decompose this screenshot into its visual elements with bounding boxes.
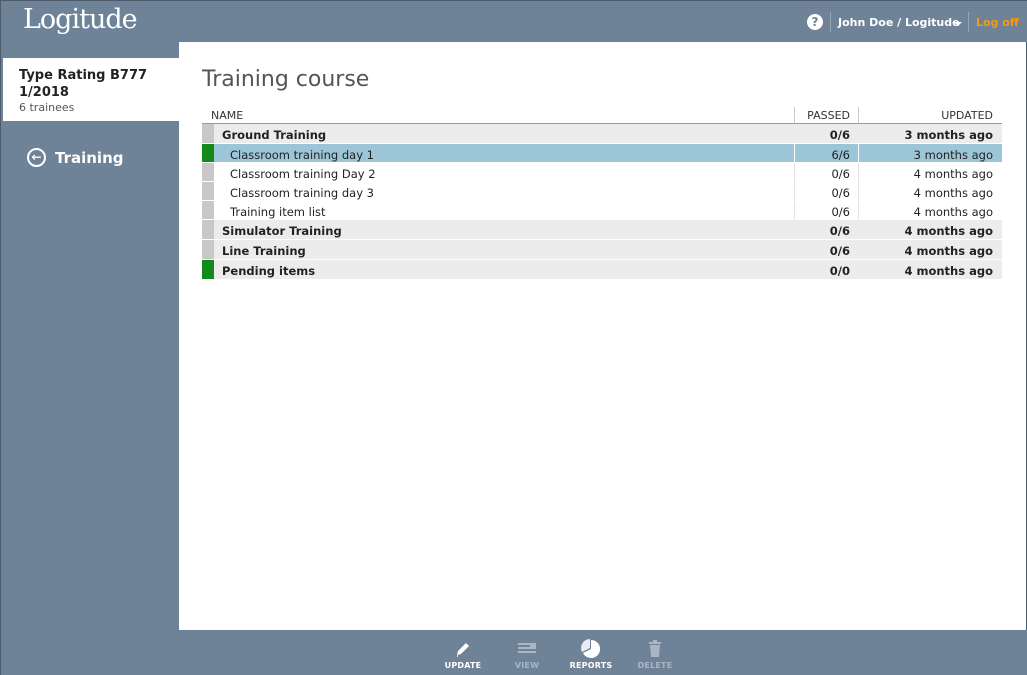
column-divider [794, 107, 795, 123]
row-name: Pending items [222, 264, 316, 278]
row-name: Classroom training day 3 [230, 186, 374, 200]
cell-divider [794, 201, 795, 219]
column-header-name[interactable]: NAME [211, 109, 243, 122]
row-passed: 0/6 [831, 186, 850, 200]
row-name: Ground Training [222, 128, 327, 142]
row-marker-complete [202, 144, 214, 162]
row-name: Classroom training day 1 [230, 148, 374, 162]
row-updated: 4 months ago [913, 205, 993, 219]
row-updated: 4 months ago [904, 244, 993, 258]
user-menu[interactable]: John Doe / Logitude [838, 16, 960, 29]
divider [830, 12, 831, 32]
course-subtitle: 6 trainees [19, 101, 75, 114]
cell-divider [794, 144, 795, 162]
row-passed: 0/6 [831, 167, 850, 181]
row-marker-complete [202, 260, 214, 279]
top-bar: Logitude ? John Doe / Logitude Log off [1, 1, 1027, 42]
row-updated: 4 months ago [904, 264, 993, 278]
row-updated: 4 months ago [913, 167, 993, 181]
row-marker [202, 182, 214, 200]
table-row-group[interactable]: Pending items 0/0 4 months ago [202, 260, 1002, 280]
cell-divider [794, 182, 795, 200]
caret-down-icon[interactable] [954, 22, 962, 26]
list-view-icon [497, 639, 557, 659]
row-passed: 0/6 [831, 205, 850, 219]
main-panel: Training course NAME PASSED UPDATED Grou… [179, 42, 1026, 630]
view-label: VIEW [514, 661, 540, 670]
row-passed: 0/0 [829, 264, 850, 278]
table-row-group[interactable]: Ground Training 0/6 3 months ago [202, 124, 1002, 144]
table-row[interactable]: Classroom training Day 2 0/6 4 months ag… [202, 163, 1002, 182]
course-title: Type Rating B777 1/2018 [19, 68, 148, 100]
row-name: Training item list [230, 205, 326, 219]
course-card: Type Rating B777 1/2018 6 trainees [3, 58, 179, 121]
row-name: Line Training [222, 244, 306, 258]
divider [968, 12, 969, 32]
trash-icon [625, 639, 685, 659]
cell-divider [858, 144, 859, 162]
row-passed: 0/6 [829, 128, 850, 142]
back-to-training-link[interactable]: ← Training [27, 148, 123, 167]
row-passed: 6/6 [831, 148, 850, 162]
question-circle-icon[interactable]: ? [807, 14, 823, 30]
column-header-updated[interactable]: UPDATED [941, 109, 993, 122]
pie-chart-icon [561, 639, 621, 659]
bottom-toolbar: UPDATE VIEW REPORTS DELETE [1, 630, 1027, 675]
row-updated: 3 months ago [904, 128, 993, 142]
table-row-group[interactable]: Simulator Training 0/6 4 months ago [202, 220, 1002, 240]
row-marker [202, 124, 214, 143]
table-header: NAME PASSED UPDATED [202, 107, 1002, 124]
update-label: UPDATE [444, 661, 482, 670]
row-marker [202, 220, 214, 239]
table-row[interactable]: Classroom training day 1 6/6 3 months ag… [202, 144, 1002, 163]
page-title: Training course [202, 67, 370, 92]
arrow-left-circle-icon: ← [27, 148, 46, 167]
logo: Logitude [23, 4, 138, 35]
table-row-group[interactable]: Line Training 0/6 4 months ago [202, 240, 1002, 260]
table-row[interactable]: Classroom training day 3 0/6 4 months ag… [202, 182, 1002, 201]
reports-label: REPORTS [569, 661, 613, 670]
row-name: Simulator Training [222, 224, 342, 238]
app-window: Logitude ? John Doe / Logitude Log off T… [0, 0, 1027, 675]
pencil-icon [433, 639, 493, 659]
table-row[interactable]: Training item list 0/6 4 months ago [202, 201, 1002, 220]
delete-label: DELETE [637, 661, 673, 670]
back-label: Training [55, 148, 124, 167]
view-button[interactable]: VIEW [497, 639, 557, 670]
row-updated: 3 months ago [913, 148, 993, 162]
column-header-passed[interactable]: PASSED [807, 109, 850, 122]
training-table: NAME PASSED UPDATED Ground Training 0/6 … [202, 107, 1002, 280]
row-marker [202, 240, 214, 259]
row-updated: 4 months ago [904, 224, 993, 238]
row-name: Classroom training Day 2 [230, 167, 376, 181]
cell-divider [858, 201, 859, 219]
delete-button[interactable]: DELETE [625, 639, 685, 670]
reports-button[interactable]: REPORTS [561, 639, 621, 670]
row-passed: 0/6 [829, 244, 850, 258]
cell-divider [794, 163, 795, 181]
update-button[interactable]: UPDATE [433, 639, 493, 670]
row-updated: 4 months ago [913, 186, 993, 200]
row-passed: 0/6 [829, 224, 850, 238]
row-marker [202, 201, 214, 219]
column-divider [858, 107, 859, 123]
cell-divider [858, 163, 859, 181]
cell-divider [858, 182, 859, 200]
sidebar: Type Rating B777 1/2018 6 trainees ← Tra… [3, 42, 179, 630]
logoff-link[interactable]: Log off [976, 16, 1019, 29]
row-marker [202, 163, 214, 181]
